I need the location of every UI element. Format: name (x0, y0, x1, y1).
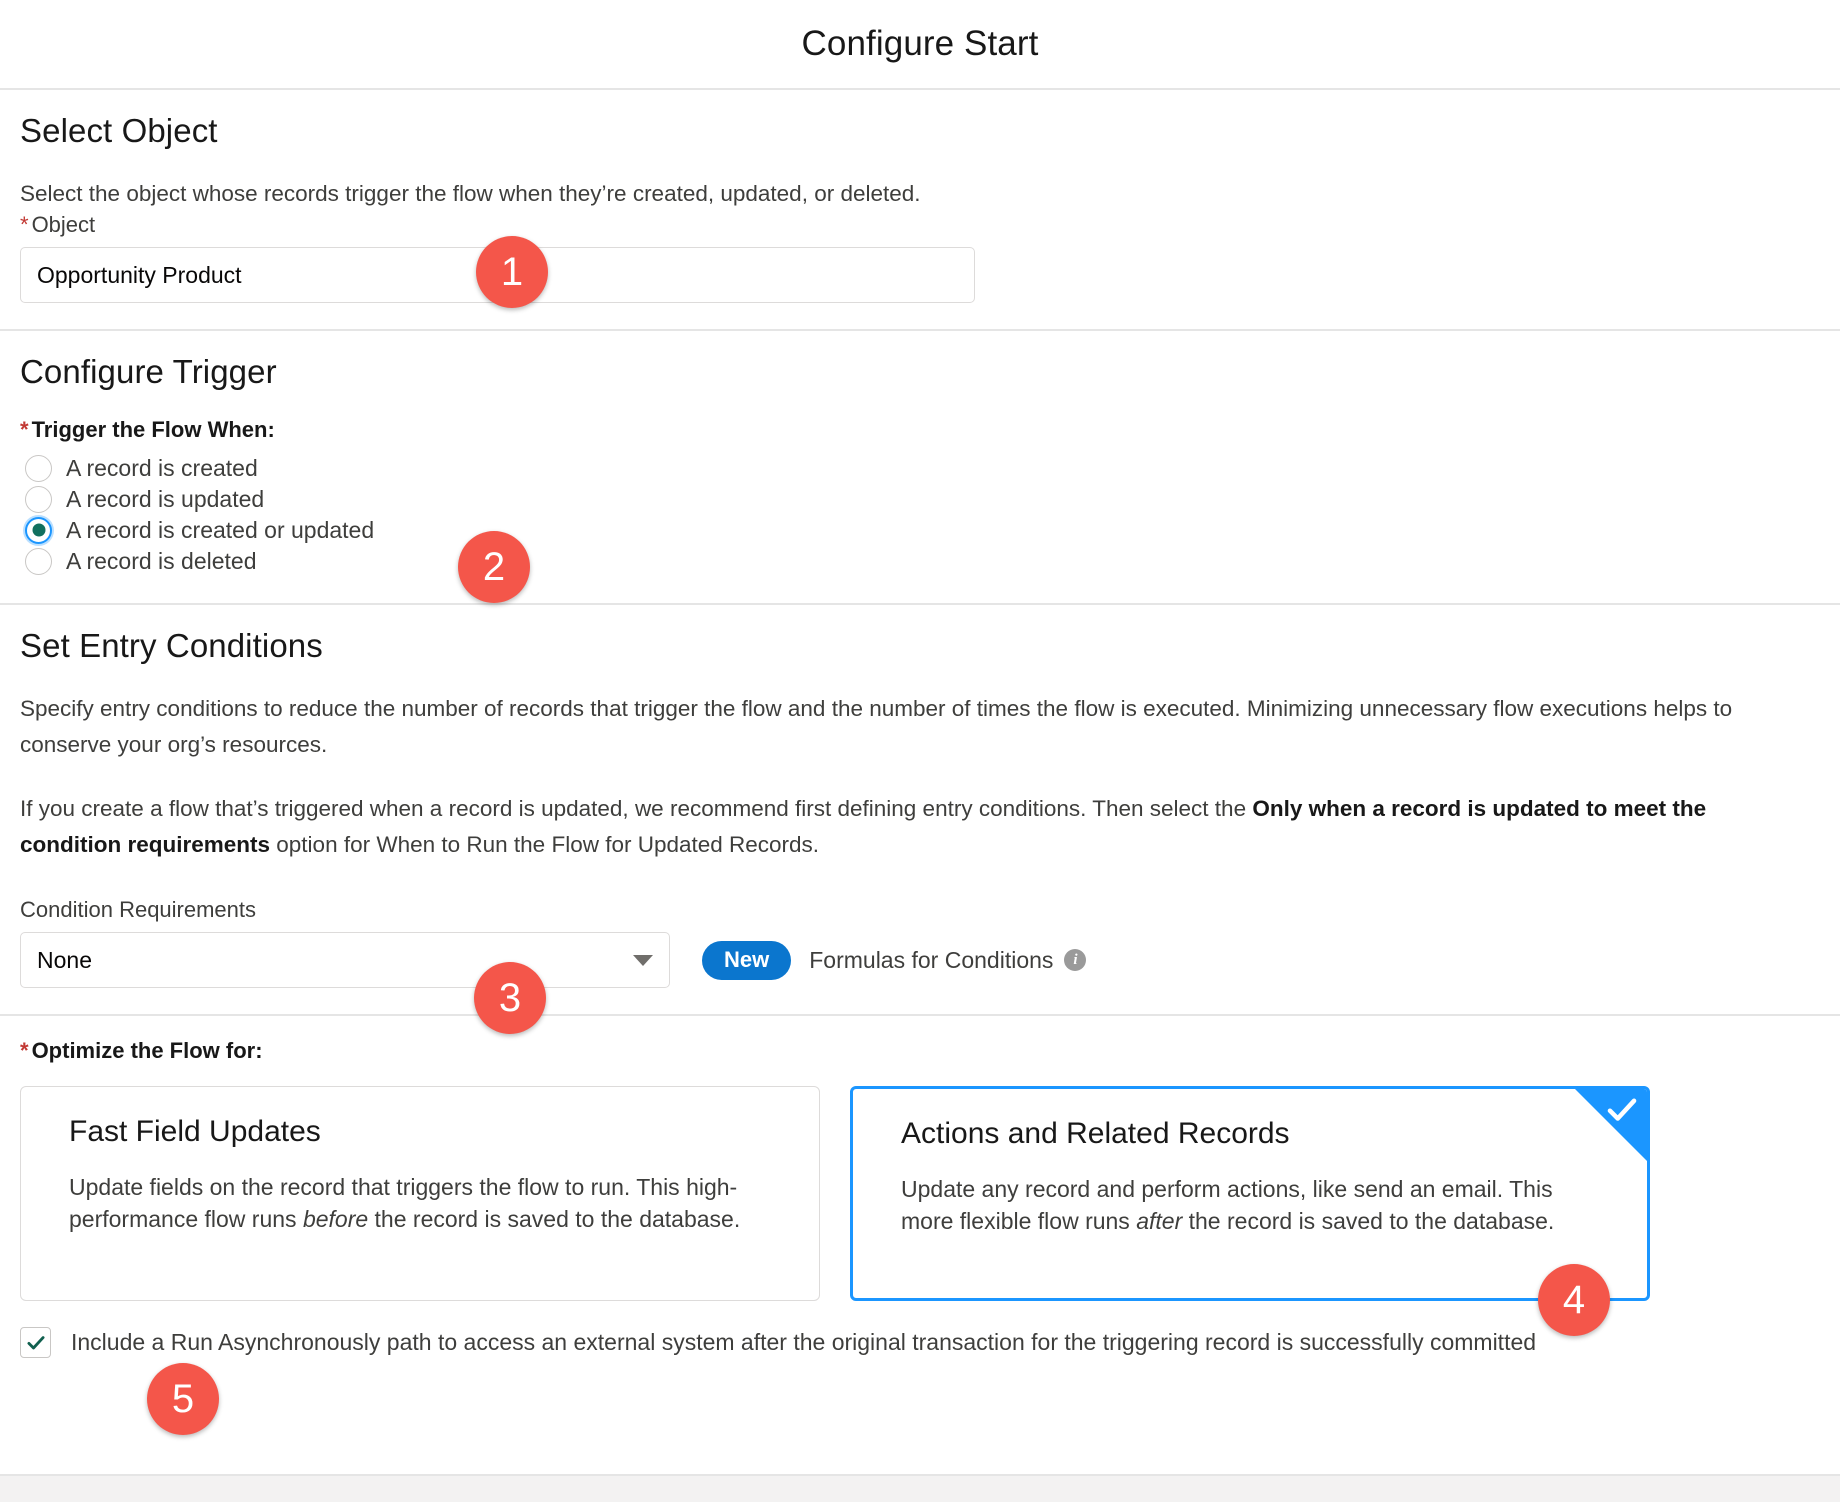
card-desc-emphasis: before (302, 1206, 369, 1232)
required-asterisk-icon: * (20, 417, 29, 442)
radio-label: A record is updated (66, 485, 265, 512)
info-icon[interactable]: i (1064, 949, 1087, 971)
configure-trigger-section: Configure Trigger * Trigger the Flow When… (0, 329, 1840, 603)
required-asterisk-icon: * (20, 1038, 29, 1063)
card-desc-part2: the record is saved to the database. (368, 1206, 741, 1232)
annotation-badge-4: 4 (1538, 1264, 1610, 1336)
annotation-badge-5: 5 (147, 1363, 219, 1435)
condition-requirements-label: Condition Requirements (20, 897, 257, 922)
formulas-for-conditions-label: Formulas for Conditions (809, 946, 1054, 973)
dialog-header: Configure Start (0, 0, 1840, 88)
card-description: Update fields on the record that trigger… (69, 1171, 783, 1235)
radio-label: A record is deleted (66, 547, 257, 574)
checkmark-icon (27, 1335, 44, 1349)
entry-conditions-description-1: Specify entry conditions to reduce the n… (20, 696, 1733, 757)
trigger-radio-legend: * Trigger the Flow When: (20, 417, 1820, 443)
radio-record-updated[interactable]: A record is updated (20, 484, 1820, 514)
annotation-badge-1: 1 (476, 236, 548, 308)
optimize-flow-section: * Optimize the Flow for: Fast Field Updat… (0, 1014, 1840, 1301)
radio-selected-icon (25, 516, 52, 544)
radio-icon (25, 454, 52, 482)
trigger-legend-text: Trigger the Flow When: (31, 417, 275, 442)
radio-record-created-or-updated[interactable]: A record is created or updated (20, 515, 1820, 545)
page-title: Configure Start (801, 24, 1039, 63)
optimize-card-fast-field-updates[interactable]: Fast Field Updates Update fields on the … (20, 1086, 820, 1301)
optimize-card-actions-and-related-records[interactable]: Actions and Related Records Update any r… (850, 1086, 1650, 1301)
optimize-legend-text: Optimize the Flow for: (31, 1038, 263, 1063)
optimize-card-row: Fast Field Updates Update fields on the … (20, 1086, 1820, 1301)
select-object-section: Select Object Select the object whose re… (0, 88, 1840, 329)
card-desc-part2: the record is saved to the database. (1182, 1208, 1555, 1234)
object-field-label: * Object (20, 212, 1820, 238)
run-asynchronously-label: Include a Run Asynchronously path to acc… (71, 1329, 1537, 1355)
trigger-radio-group: * Trigger the Flow When: A record is crea… (20, 417, 1820, 576)
radio-icon (25, 547, 52, 575)
chevron-down-icon (633, 954, 653, 966)
object-selected-value: Opportunity Product (37, 261, 242, 288)
radio-record-created[interactable]: A record is created (20, 453, 1820, 483)
new-badge: New (702, 940, 792, 980)
card-title: Fast Field Updates (69, 1115, 321, 1148)
entry-conditions-heading: Set Entry Conditions (20, 627, 323, 664)
entry-conditions-description-2: If you create a flow that’s triggered wh… (20, 791, 1760, 863)
required-asterisk-icon: * (20, 212, 29, 237)
select-object-description: Select the object whose records trigger … (20, 181, 921, 206)
optimize-flow-legend: * Optimize the Flow for: (20, 1038, 1820, 1064)
condition-requirements-value: None (37, 946, 92, 973)
desc2-part1: If you create a flow that’s triggered wh… (20, 796, 1253, 821)
select-object-heading: Select Object (20, 112, 218, 149)
object-label-text: Object (31, 212, 96, 237)
checkbox-checked-icon[interactable] (20, 1327, 51, 1358)
desc2-part2: option for When to Run the Flow for Upda… (270, 832, 820, 857)
radio-record-deleted[interactable]: A record is deleted (20, 546, 1820, 576)
card-title: Actions and Related Records (901, 1117, 1290, 1150)
radio-icon (25, 485, 52, 513)
configure-trigger-heading: Configure Trigger (20, 353, 277, 390)
condition-requirements-row: None New Formulas for Conditions i (20, 932, 1820, 988)
condition-requirements-select[interactable]: None (20, 932, 670, 988)
radio-label: A record is created (66, 454, 258, 481)
entry-conditions-section: Set Entry Conditions Specify entry condi… (0, 603, 1840, 1014)
dialog-footer-bar (0, 1474, 1840, 1502)
card-description: Update any record and perform actions, l… (901, 1173, 1611, 1237)
annotation-badge-3: 3 (474, 962, 546, 1034)
annotation-badge-2: 2 (458, 531, 530, 603)
card-desc-emphasis: after (1136, 1208, 1183, 1234)
radio-label: A record is created or updated (66, 516, 375, 543)
checkmark-icon (1607, 1098, 1637, 1121)
